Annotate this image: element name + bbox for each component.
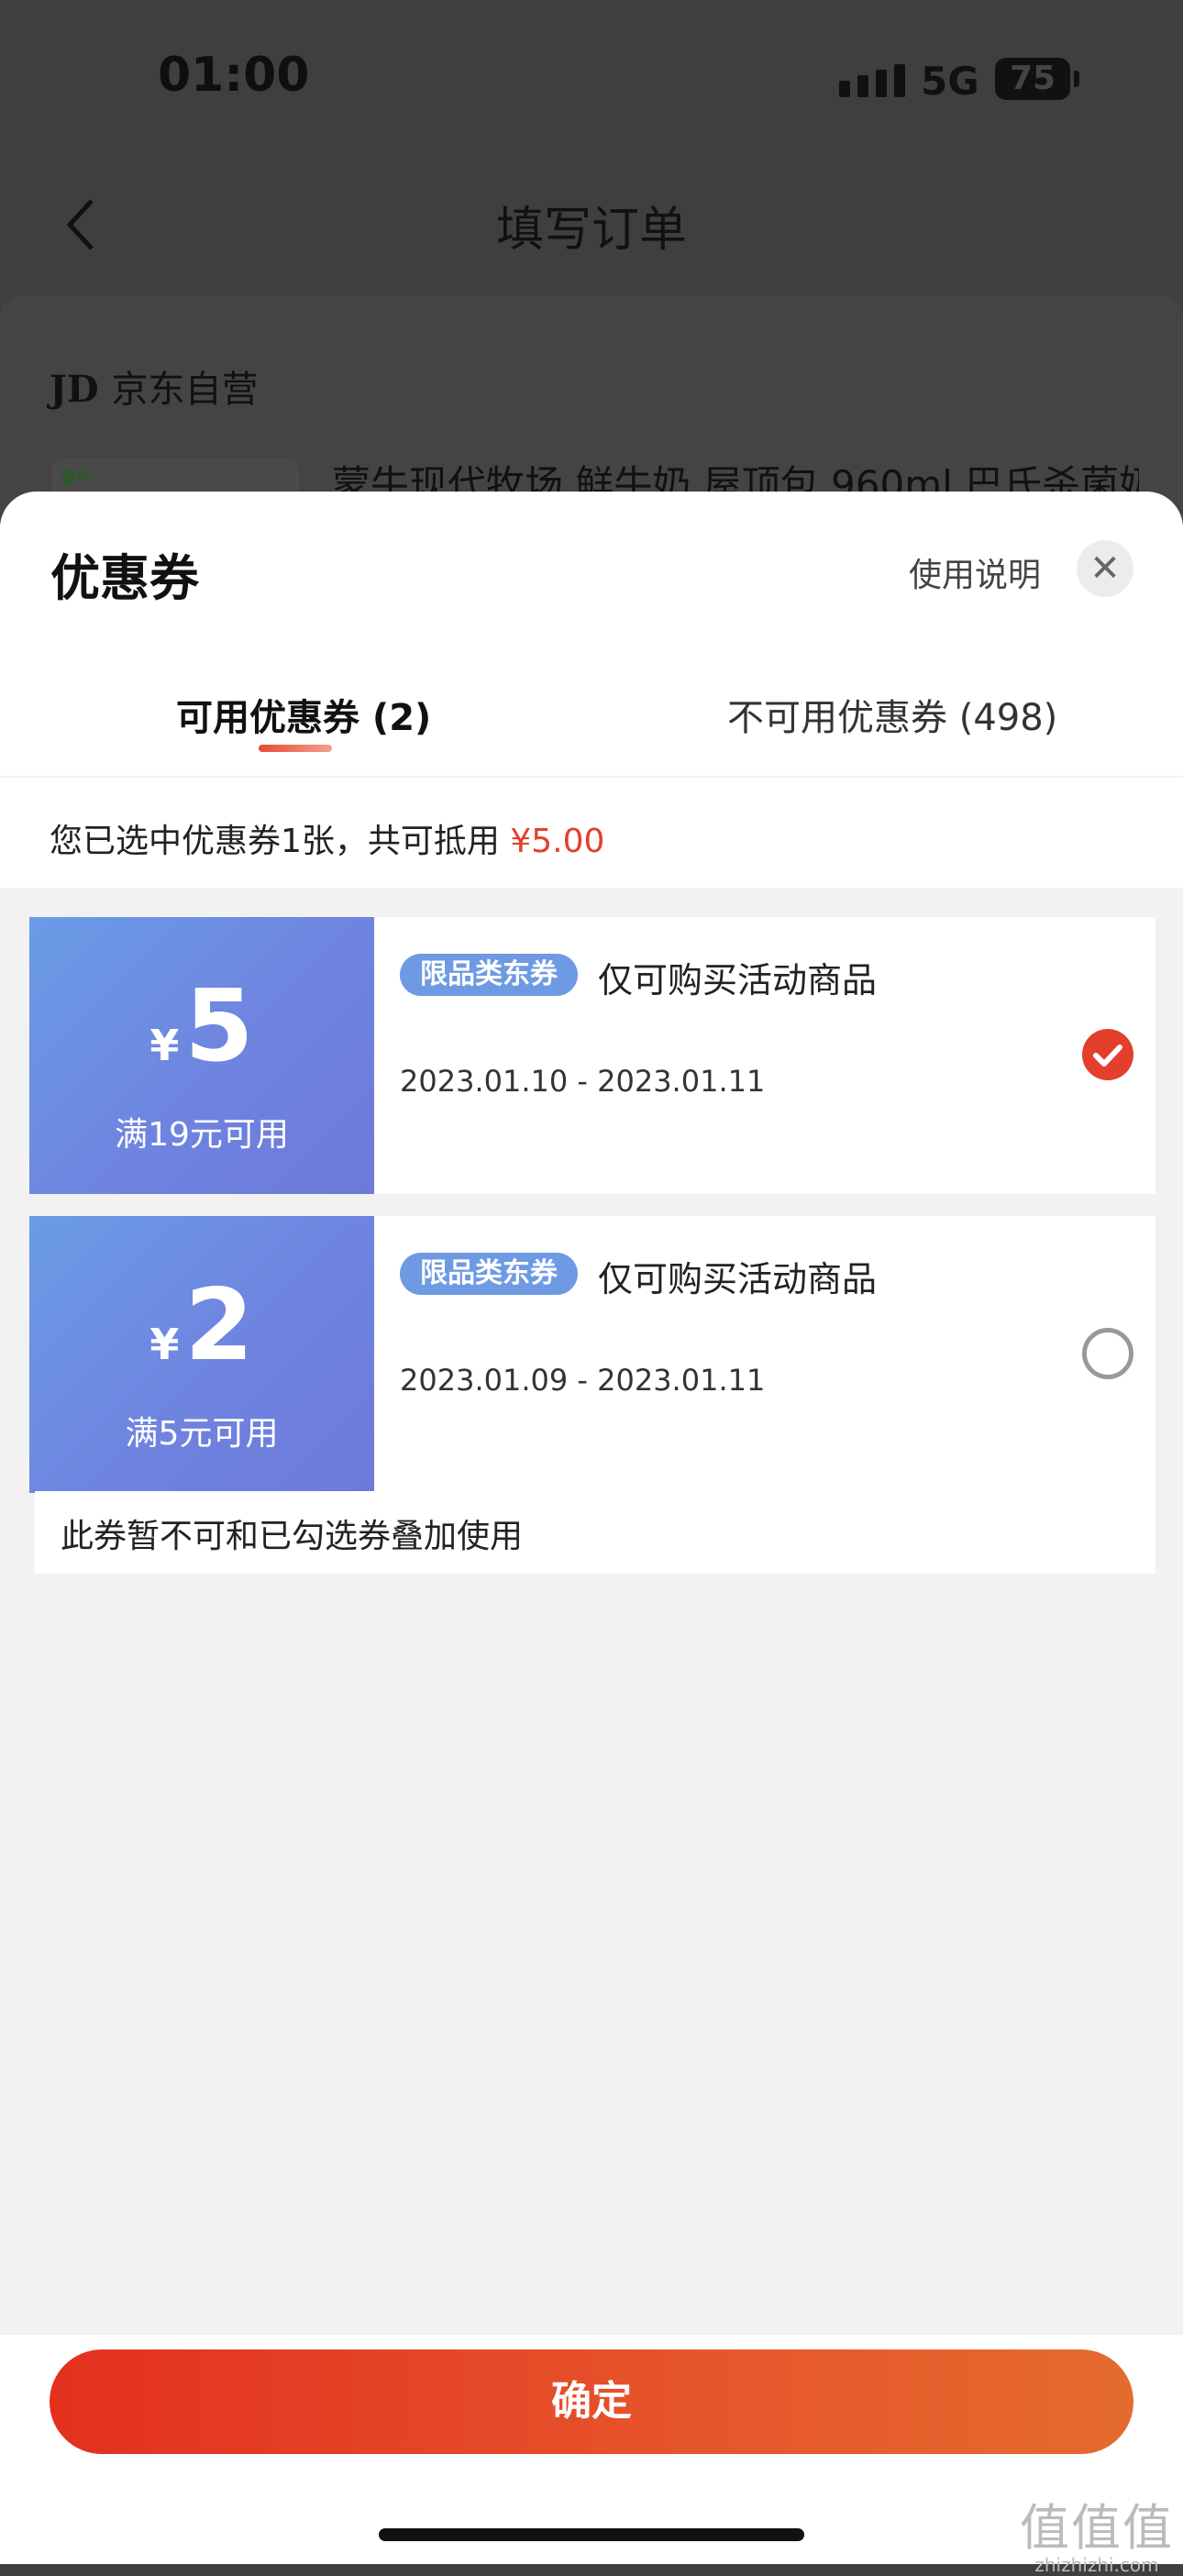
- currency-symbol: ¥: [149, 1320, 180, 1369]
- tab-available[interactable]: 可用优惠券 (2): [176, 688, 431, 741]
- coupon-card[interactable]: ¥5 满19元可用 限品类东券 仅可购买活动商品 2023.01.10 - 20…: [24, 917, 1155, 1194]
- coupon-condition: 满5元可用: [125, 1415, 279, 1453]
- product-brand-logo: 蒙牛: [61, 470, 94, 489]
- coupon-checkbox-unchecked[interactable]: [1082, 1328, 1133, 1379]
- battery-cap: [1074, 71, 1079, 87]
- summary-label: 您已选中优惠券1张，共可抵用: [50, 823, 500, 860]
- coupon-date-range: 2023.01.09 - 2023.01.11: [400, 1363, 766, 1398]
- watermark-main: 值值值: [1020, 2499, 1174, 2557]
- watermark: 值值值 zhizhizhi.com: [1020, 2487, 1174, 2576]
- coupon-amount: ¥2: [29, 1271, 374, 1399]
- home-indicator: [379, 2528, 804, 2541]
- check-icon: [1093, 1045, 1122, 1067]
- coupon-value-panel: ¥2 满5元可用: [24, 1216, 374, 1493]
- currency-symbol: ¥: [149, 1021, 180, 1070]
- tab-unavailable[interactable]: 不可用优惠券 (498): [727, 688, 1057, 741]
- jd-logo: JD: [50, 368, 99, 411]
- shop-label: 京东自营: [111, 369, 259, 411]
- close-icon[interactable]: ✕: [1077, 540, 1133, 597]
- coupon-sheet: 优惠券 使用说明 ✕ 可用优惠券 (2) 不可用优惠券 (498) 您已选中优惠…: [0, 492, 1183, 2564]
- coupon-card[interactable]: ¥2 满5元可用 限品类东券 仅可购买活动商品 2023.01.09 - 202…: [24, 1216, 1155, 1493]
- coupon-stack-note: 此券暂不可和已勾选券叠加使用: [61, 1518, 524, 1555]
- coupon-checkbox-checked[interactable]: [1082, 1029, 1133, 1080]
- status-time: 01:00: [158, 48, 310, 103]
- coupon-date-range: 2023.01.10 - 2023.01.11: [400, 1064, 766, 1099]
- sheet-title: 优惠券: [50, 549, 199, 607]
- tab-indicator: [259, 745, 332, 752]
- coupon-tag: 限品类东券: [400, 1253, 578, 1295]
- coupon-description: 仅可购买活动商品: [598, 1259, 878, 1299]
- battery-icon: 75: [995, 58, 1070, 100]
- summary-amount: ¥5.00: [510, 823, 605, 860]
- coupon-tag: 限品类东券: [400, 954, 578, 996]
- coupon-value-panel: ¥5 满19元可用: [24, 917, 374, 1194]
- coupon-amount-value: 2: [184, 1268, 254, 1383]
- summary-text: 您已选中优惠券1张，共可抵用 ¥5.00: [50, 814, 604, 862]
- status-bar: 01:00 5G 75: [0, 0, 1183, 165]
- usage-help-link[interactable]: 使用说明: [909, 548, 1041, 596]
- coupon-amount: ¥5: [29, 972, 374, 1100]
- coupon-description: 仅可购买活动商品: [598, 960, 878, 1001]
- confirm-button[interactable]: 确定: [50, 2349, 1133, 2454]
- watermark-sub: zhizhizhi.com: [1034, 2554, 1159, 2576]
- page-title: 填写订单: [495, 203, 687, 258]
- network-label: 5G: [921, 59, 979, 104]
- shop-name: JD 京东自营: [50, 359, 259, 413]
- signal-icon: [839, 64, 912, 97]
- coupon-condition: 满19元可用: [115, 1116, 289, 1154]
- coupon-amount-value: 5: [184, 969, 254, 1084]
